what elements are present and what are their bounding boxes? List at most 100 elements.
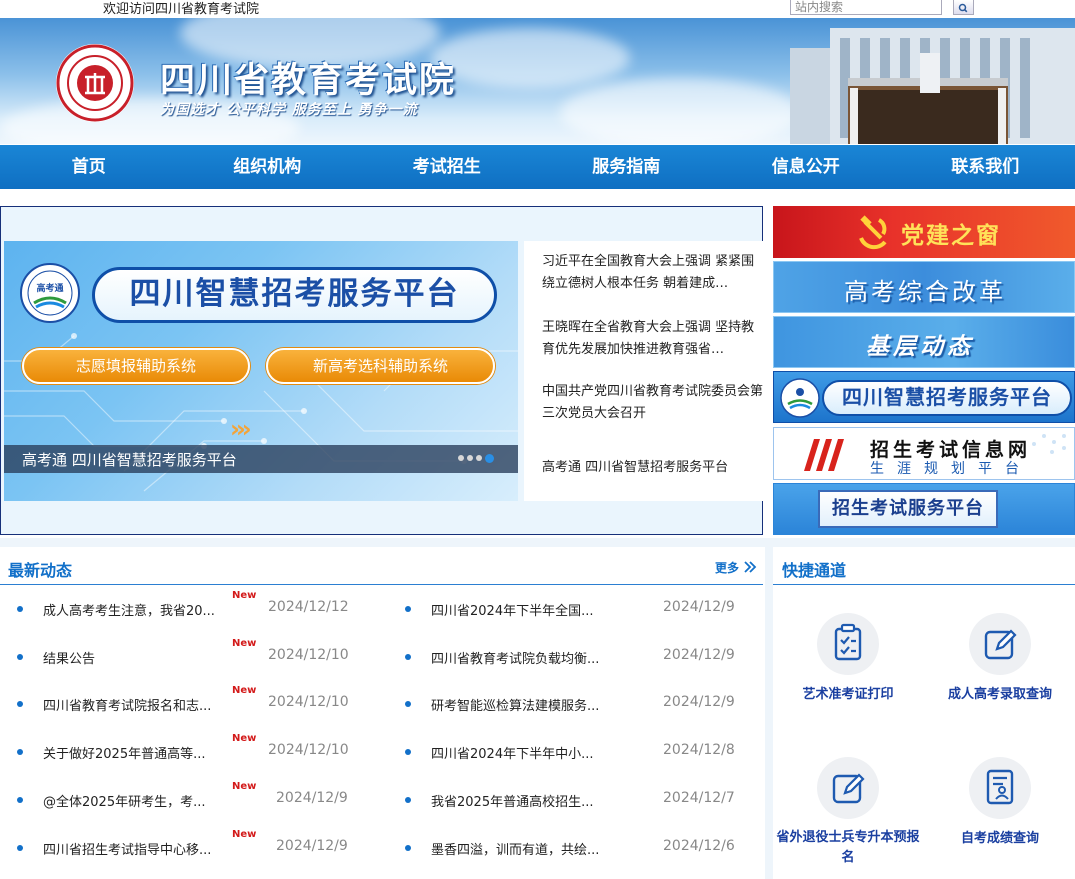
news-title[interactable]: 研考智能巡检算法建模服务... xyxy=(431,695,599,714)
gaokao-reform-banner[interactable]: 高考综合改革 xyxy=(773,261,1075,313)
search-button[interactable] xyxy=(953,0,974,15)
exam-service-platform-banner[interactable]: 招生考试服务平台 xyxy=(773,483,1075,535)
news-date: 2024/12/9 xyxy=(276,790,348,806)
carousel-dot[interactable] xyxy=(458,455,464,461)
headline-link[interactable]: 习近平在全国教育大会上强调 紧紧围绕立德树人根本任务 朝着建成… xyxy=(542,251,764,295)
nav-service-guide[interactable]: 服务指南 xyxy=(537,145,717,189)
grassroots-news-banner[interactable]: 基层动态 xyxy=(773,316,1075,368)
bullet-dot xyxy=(17,701,23,707)
nav-organization[interactable]: 组织机构 xyxy=(178,145,358,189)
site-banner: 四川省教育考试院 为国选才 公平科学 服务至上 勇争一流 xyxy=(0,18,1075,144)
news-title[interactable]: @全体2025年研考生，考... xyxy=(43,791,205,810)
carousel-slide[interactable]: 高考通 四川智慧招考服务平台 志愿填报辅助系统 新高考选科辅助系统 ››› 高考… xyxy=(4,241,518,501)
news-title[interactable]: 四川省教育考试院报名和志... xyxy=(43,695,211,714)
news-date: 2024/12/8 xyxy=(663,742,735,758)
news-item[interactable]: 四川省教育考试院报名和志... New 2024/12/10 xyxy=(17,685,367,715)
news-item[interactable]: 研考智能巡检算法建模服务... 2024/12/9 xyxy=(405,693,745,715)
news-title[interactable]: 关于做好2025年普通高等... xyxy=(43,743,205,762)
info-network-logo xyxy=(804,439,844,471)
news-item[interactable]: 四川省教育考试院负载均衡... 2024/12/9 xyxy=(405,646,745,668)
nav-exams[interactable]: 考试招生 xyxy=(357,145,537,189)
bullet-dot xyxy=(17,845,23,851)
nav-home[interactable]: 首页 xyxy=(0,145,178,189)
carousel-dot-active[interactable] xyxy=(485,454,494,463)
gaokao-reform-label: 高考综合改革 xyxy=(844,278,1006,306)
bullet-dot xyxy=(405,701,411,707)
carousel-dot[interactable] xyxy=(467,455,473,461)
headline-link[interactable]: 王晓晖在全省教育大会上强调 坚持教育优先发展加快推进教育强省… xyxy=(542,317,764,361)
hammer-sickle-icon xyxy=(859,215,887,250)
quick-label: 自考成绩查询 xyxy=(960,831,1039,846)
new-badge: New xyxy=(232,685,257,696)
news-date: 2024/12/9 xyxy=(663,599,735,615)
news-item[interactable]: 四川省2024年下半年全国... 2024/12/9 xyxy=(405,598,745,620)
smart-platform-label: 四川智慧招考服务平台 xyxy=(822,380,1072,416)
admission-info-network-banner[interactable]: 招生考试信息网 生涯规划平台 xyxy=(773,427,1075,480)
news-title[interactable]: 成人高考考生注意，我省20... xyxy=(43,600,215,619)
carousel-dots xyxy=(458,454,494,463)
bullet-dot xyxy=(17,749,23,755)
news-date: 2024/12/6 xyxy=(663,838,735,854)
search-input[interactable]: 站内搜索 xyxy=(790,0,942,15)
new-badge: New xyxy=(232,781,257,792)
clipboard-check-icon xyxy=(834,623,862,661)
news-date: 2024/12/9 xyxy=(276,838,348,854)
exam-service-platform-label: 招生考试服务平台 xyxy=(818,490,998,528)
bullet-dot xyxy=(405,749,411,755)
news-item[interactable]: 四川省招生考试指导中心移... New 2024/12/9 xyxy=(17,829,367,859)
news-date: 2024/12/12 xyxy=(268,599,349,615)
headline-list: 习近平在全国教育大会上强调 紧紧围绕立德树人根本任务 朝着建成… 王晓晖在全省教… xyxy=(524,241,764,501)
news-item[interactable]: 成人高考考生注意，我省20... New 2024/12/12 xyxy=(17,590,367,620)
nav-information[interactable]: 信息公开 xyxy=(716,145,896,189)
quick-label: 成人高考录取查询 xyxy=(947,687,1052,702)
subject-selection-button[interactable]: 新高考选科辅助系统 xyxy=(266,348,495,384)
slide-caption: 高考通 四川省智慧招考服务平台 xyxy=(22,451,237,469)
quick-access-header: 快捷通道 xyxy=(773,547,1075,585)
news-title[interactable]: 四川省教育考试院负载均衡... xyxy=(431,648,599,667)
arrows-decoration: ››› xyxy=(230,415,252,443)
new-badge: New xyxy=(232,638,257,649)
more-link[interactable]: 更多 xyxy=(715,559,757,576)
news-item[interactable]: 四川省2024年下半年中小... 2024/12/8 xyxy=(405,741,745,763)
party-window-banner[interactable]: 党建之窗 xyxy=(773,206,1075,258)
news-date: 2024/12/7 xyxy=(663,790,735,806)
building-image xyxy=(790,28,1075,144)
pencil-square-icon xyxy=(984,629,1017,660)
news-item[interactable]: 结果公告 New 2024/12/10 xyxy=(17,638,367,668)
news-item[interactable]: 墨香四溢，训而有道，共绘... 2024/12/6 xyxy=(405,837,745,859)
bullet-dot xyxy=(17,797,23,803)
gaokaotong-logo: 高考通 xyxy=(20,263,80,323)
grassroots-news-label: 基层动态 xyxy=(866,334,974,360)
headline-link[interactable]: 高考通 四川省智慧招考服务平台 xyxy=(542,457,764,479)
news-title[interactable]: 结果公告 xyxy=(43,648,95,667)
featured-panel: 高考通 四川智慧招考服务平台 志愿填报辅助系统 新高考选科辅助系统 ››› 高考… xyxy=(0,206,764,535)
info-network-subtitle: 生涯规划平台 xyxy=(870,461,1032,477)
quick-icon-circle xyxy=(817,757,879,819)
document-person-icon xyxy=(986,769,1014,805)
top-bar: 欢迎访问四川省教育考试院 站内搜索 xyxy=(0,0,1075,18)
pencil-square-icon xyxy=(832,773,865,804)
news-title[interactable]: 四川省招生考试指导中心移... xyxy=(43,839,211,858)
news-title[interactable]: 四川省2024年下半年中小... xyxy=(431,743,593,762)
carousel-dot[interactable] xyxy=(476,455,482,461)
quick-label: 省外退役士兵专升本预报名 xyxy=(776,830,920,865)
news-item[interactable]: @全体2025年研考生，考... New 2024/12/9 xyxy=(17,781,367,811)
smart-platform-banner[interactable]: 四川智慧招考服务平台 xyxy=(773,371,1075,423)
news-title[interactable]: 我省2025年普通高校招生... xyxy=(431,791,593,810)
nav-contact[interactable]: 联系我们 xyxy=(896,145,1075,189)
news-title[interactable]: 四川省2024年下半年全国... xyxy=(431,600,593,619)
news-item[interactable]: 我省2025年普通高校招生... 2024/12/7 xyxy=(405,789,745,811)
institute-seal-logo xyxy=(56,44,134,122)
bullet-dot xyxy=(405,797,411,803)
bullet-dot xyxy=(405,845,411,851)
news-date: 2024/12/10 xyxy=(268,694,349,710)
double-chevron-right-icon xyxy=(744,561,757,573)
new-badge: New xyxy=(232,590,257,601)
volunteer-filling-button[interactable]: 志愿填报辅助系统 xyxy=(22,348,250,384)
more-link-label: 更多 xyxy=(715,561,740,575)
main-nav: 首页 组织机构 考试招生 服务指南 信息公开 联系我们 xyxy=(0,145,1075,189)
news-item[interactable]: 关于做好2025年普通高等... New 2024/12/10 xyxy=(17,733,367,763)
headline-link[interactable]: 中国共产党四川省教育考试院委员会第三次党员大会召开 xyxy=(542,381,764,425)
news-title[interactable]: 墨香四溢，训而有道，共绘... xyxy=(431,839,599,858)
gaokaotong-logo xyxy=(780,378,820,418)
